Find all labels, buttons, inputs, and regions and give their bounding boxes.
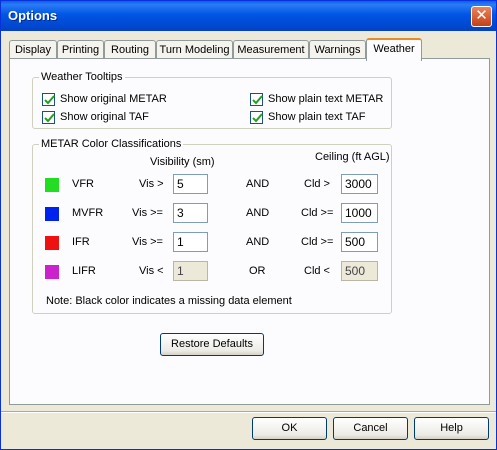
show-original-metar-checkbox[interactable] <box>42 93 55 106</box>
tab-strip: Display Printing Routing Turn Modeling M… <box>9 38 489 61</box>
missing-data-note: Note: Black color indicates a missing da… <box>46 295 292 307</box>
lifr-vis-operator: Vis < <box>139 265 164 277</box>
mvfr-visibility-input[interactable]: 3 <box>173 203 208 223</box>
ifr-color-swatch[interactable] <box>45 236 59 250</box>
mvfr-vis-operator: Vis >= <box>132 207 163 219</box>
ifr-ceiling-input[interactable]: 500 <box>341 232 378 252</box>
metar-color-group: METAR Color Classifications Visibility (… <box>32 138 392 314</box>
close-icon: ✕ <box>475 7 488 24</box>
tab-routing[interactable]: Routing <box>104 40 156 60</box>
window-title: Options <box>8 8 58 23</box>
restore-defaults-button[interactable]: Restore Defaults <box>160 333 264 356</box>
weather-tooltips-legend: Weather Tooltips <box>39 71 125 83</box>
vfr-cld-operator: Cld > <box>304 178 330 190</box>
tab-turn-modeling[interactable]: Turn Modeling <box>156 40 233 60</box>
lifr-color-swatch[interactable] <box>45 265 59 279</box>
show-original-metar-label: Show original METAR <box>60 93 167 105</box>
show-plain-text-taf-label: Show plain text TAF <box>268 111 366 123</box>
show-plain-text-metar-checkbox[interactable] <box>250 93 263 106</box>
mvfr-ceiling-input[interactable]: 1000 <box>341 203 378 223</box>
ifr-label: IFR <box>72 236 90 248</box>
tab-weather[interactable]: Weather <box>366 38 422 61</box>
lifr-visibility-input: 1 <box>173 261 208 281</box>
help-button[interactable]: Help <box>414 417 489 440</box>
show-original-taf-checkbox[interactable] <box>42 111 55 124</box>
ifr-cld-operator: Cld >= <box>301 236 334 248</box>
title-bar: Options ✕ <box>1 1 496 31</box>
close-button[interactable]: ✕ <box>471 6 492 27</box>
mvfr-cld-operator: Cld >= <box>301 207 334 219</box>
visibility-header: Visibility (sm) <box>150 156 215 168</box>
tab-warnings[interactable]: Warnings <box>309 40 366 60</box>
lifr-logic: OR <box>249 265 266 277</box>
vfr-ceiling-input[interactable]: 3000 <box>341 174 378 194</box>
cancel-button[interactable]: Cancel <box>333 417 408 440</box>
ok-button[interactable]: OK <box>252 417 327 440</box>
tab-measurement[interactable]: Measurement <box>233 40 309 60</box>
vfr-label: VFR <box>72 178 94 190</box>
vfr-vis-operator: Vis > <box>139 178 164 190</box>
ifr-logic: AND <box>246 236 270 248</box>
options-dialog: Options ✕ Display Printing Routing Turn … <box>0 0 497 450</box>
vfr-logic: AND <box>246 178 270 190</box>
tab-display[interactable]: Display <box>9 40 57 60</box>
ifr-vis-operator: Vis >= <box>132 236 163 248</box>
mvfr-logic: AND <box>246 207 270 219</box>
show-plain-text-taf-checkbox[interactable] <box>250 111 263 124</box>
lifr-ceiling-input: 500 <box>341 261 378 281</box>
vfr-visibility-input[interactable]: 5 <box>173 174 208 194</box>
tab-printing[interactable]: Printing <box>57 40 104 60</box>
mvfr-label: MVFR <box>72 207 104 219</box>
weather-tooltips-group: Weather Tooltips Show original METAR Sho… <box>32 71 392 129</box>
metar-color-legend: METAR Color Classifications <box>39 138 184 150</box>
lifr-cld-operator: Cld < <box>304 265 330 277</box>
mvfr-color-swatch[interactable] <box>45 207 59 221</box>
weather-tab-panel: Weather Tooltips Show original METAR Sho… <box>9 58 490 405</box>
show-plain-text-metar-label: Show plain text METAR <box>268 93 384 105</box>
lifr-label: LIFR <box>72 265 96 277</box>
checkmark-icon <box>252 95 263 105</box>
ceiling-header: Ceiling (ft AGL) <box>315 151 390 163</box>
ifr-visibility-input[interactable]: 1 <box>173 232 208 252</box>
dialog-separator <box>1 411 496 413</box>
show-original-taf-label: Show original TAF <box>60 111 149 123</box>
vfr-color-swatch[interactable] <box>45 178 59 192</box>
checkmark-icon <box>44 113 55 123</box>
checkmark-icon <box>44 95 55 105</box>
checkmark-icon <box>252 113 263 123</box>
